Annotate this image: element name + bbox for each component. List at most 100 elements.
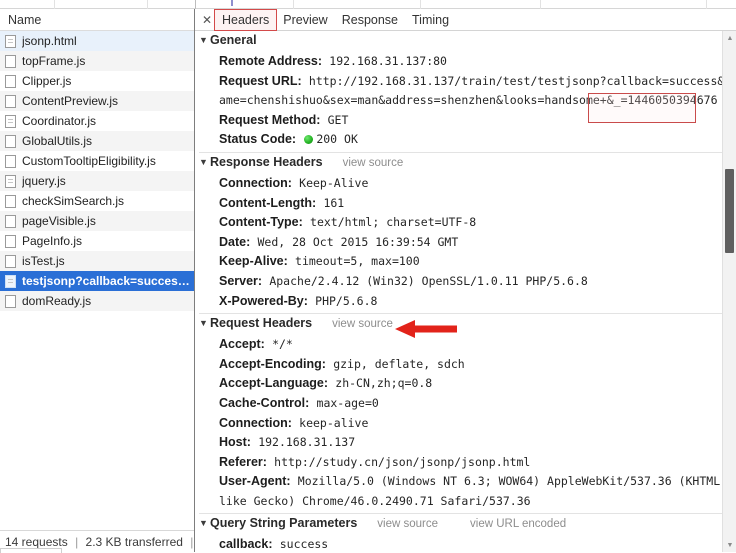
header-row: Request Method: GET xyxy=(199,111,736,131)
header-row: Host: 192.168.31.137 xyxy=(199,433,736,453)
header-row: Accept-Encoding: gzip, deflate, sdch xyxy=(199,355,736,375)
header-row: Date: Wed, 28 Oct 2015 16:39:54 GMT xyxy=(199,233,736,253)
header-row: Status Code: 200 OK xyxy=(199,130,736,150)
header-value: Apache/2.4.12 (Win32) OpenSSL/1.0.11 PHP… xyxy=(269,273,588,288)
list-item[interactable]: checkSimSearch.js xyxy=(0,191,194,211)
section-header[interactable]: ▼ General xyxy=(199,31,736,52)
chevron-down-icon[interactable]: ▼ xyxy=(199,157,210,167)
headers-content[interactable]: ▼ General Remote Address: 192.168.31.137:8… xyxy=(195,31,736,552)
chevron-down-icon[interactable]: ▼ xyxy=(199,518,210,528)
tab-headers[interactable]: Headers xyxy=(213,9,278,31)
view-source-link[interactable]: view source xyxy=(332,318,393,330)
list-item[interactable]: ContentPreview.js xyxy=(0,91,194,111)
document-icon xyxy=(5,114,16,128)
strip-tick xyxy=(540,0,541,9)
tab-timing[interactable]: Timing xyxy=(405,10,456,30)
list-item[interactable]: testjsonp?callback=success&n... xyxy=(0,271,194,291)
header-value: 192.168.31.137:80 xyxy=(329,54,447,68)
view-source-link[interactable]: view source xyxy=(343,157,404,169)
header-name: Date: xyxy=(219,234,251,249)
document-icon xyxy=(5,194,16,208)
document-icon xyxy=(5,294,16,308)
chevron-down-icon[interactable]: ▼ xyxy=(199,318,210,328)
section-title: General xyxy=(210,33,257,47)
list-item[interactable]: jsonp.html xyxy=(0,31,194,51)
list-item-label: testjsonp?callback=success&n... xyxy=(22,274,194,288)
list-item-label: Clipper.js xyxy=(22,74,72,88)
header-row: Cache-Control: max-age=0 xyxy=(199,394,736,414)
document-icon xyxy=(5,214,16,228)
headers-section: ▼ General Remote Address: 192.168.31.137:8… xyxy=(199,31,736,150)
header-row: User-Agent: Mozilla/5.0 (Windows NT 6.3;… xyxy=(199,472,736,511)
document-icon xyxy=(5,34,16,48)
list-item[interactable]: GlobalUtils.js xyxy=(0,131,194,151)
header-row: Accept-Language: zh-CN,zh;q=0.8 xyxy=(199,374,736,394)
column-header-name[interactable]: Name xyxy=(0,9,194,31)
scroll-up-icon[interactable]: ▲ xyxy=(723,31,736,45)
section-title: Query String Parameters xyxy=(210,516,358,531)
header-name: Cache-Control: xyxy=(219,395,310,410)
requests-list[interactable]: jsonp.html topFrame.js Clipper.js ContentPr… xyxy=(0,31,194,530)
header-name: Accept-Language: xyxy=(219,376,329,391)
header-name: Content-Type: xyxy=(219,215,303,230)
tab-preview[interactable]: Preview xyxy=(276,10,334,30)
list-item[interactable]: CustomTooltipEligibility.js xyxy=(0,151,194,171)
sections-host: ▼ General Remote Address: 192.168.31.137:8… xyxy=(199,31,736,552)
list-item[interactable]: domReady.js xyxy=(0,291,194,311)
header-row: Connection: keep-alive xyxy=(199,414,736,434)
header-value: GET xyxy=(327,112,349,127)
header-value: keep-alive xyxy=(299,415,369,430)
vertical-scrollbar[interactable]: ▲ ▼ xyxy=(722,31,736,552)
tabs-host: Headers Preview Response Timing xyxy=(213,9,456,31)
section-header[interactable]: ▼ Request Headers view source xyxy=(199,314,736,335)
list-item[interactable]: pageVisible.js xyxy=(0,211,194,231)
header-value: 192.168.31.137 xyxy=(258,435,356,450)
document-icon xyxy=(5,174,16,188)
header-name: Connection: xyxy=(219,175,292,190)
header-row: Accept: */* xyxy=(199,335,736,355)
scroll-down-icon[interactable]: ▼ xyxy=(723,538,736,552)
header-value: timeout=5, max=100 xyxy=(295,254,420,269)
strip-tick xyxy=(54,0,55,9)
header-value: Keep-Alive xyxy=(299,175,369,190)
section-title: Response Headers xyxy=(210,154,323,169)
devtools-toolbar-strip xyxy=(0,0,736,9)
scrollbar-thumb[interactable] xyxy=(725,169,734,253)
list-item[interactable]: PageInfo.js xyxy=(0,231,194,251)
header-name: Request Method: xyxy=(219,112,321,127)
header-name: Accept: xyxy=(219,337,265,352)
header-value: */* xyxy=(272,337,293,352)
strip-tick xyxy=(420,0,421,9)
list-item[interactable]: topFrame.js xyxy=(0,51,194,71)
list-item[interactable]: jquery.js xyxy=(0,171,194,191)
close-icon[interactable]: ✕ xyxy=(199,10,215,30)
list-item[interactable]: Clipper.js xyxy=(0,71,194,91)
header-row: Keep-Alive: timeout=5, max=100 xyxy=(199,252,736,272)
header-row: Content-Type: text/html; charset=UTF-8 xyxy=(199,213,736,233)
strip-accent-mark xyxy=(231,0,233,6)
header-row: Referer: http://study.cn/json/jsonp/json… xyxy=(199,453,736,473)
tab-response[interactable]: Response xyxy=(335,10,405,30)
view-url-encoded-link[interactable]: view URL encoded xyxy=(470,518,566,530)
document-icon xyxy=(5,74,16,88)
strip-tick xyxy=(293,0,294,9)
request-detail-panel: ✕ Headers Preview Response Timing ▼ General R… xyxy=(195,9,736,552)
view-source-link[interactable]: view source xyxy=(377,518,438,530)
header-value: PHP/5.6.8 xyxy=(315,293,378,308)
header-name: Accept-Encoding: xyxy=(219,356,326,371)
header-name: Server: xyxy=(219,273,263,288)
list-item[interactable]: isTest.js xyxy=(0,251,194,271)
panel-resize-corner[interactable] xyxy=(0,548,62,553)
section-header[interactable]: ▼ Query String Parameters view source view … xyxy=(199,514,736,535)
section-header[interactable]: ▼ Response Headers view source xyxy=(199,153,736,174)
document-icon xyxy=(5,254,16,268)
header-name: Content-Length: xyxy=(219,195,317,210)
list-item[interactable]: Coordinator.js xyxy=(0,111,194,131)
list-item-label: isTest.js xyxy=(22,254,65,268)
document-icon xyxy=(5,54,16,68)
chevron-down-icon[interactable]: ▼ xyxy=(199,35,210,45)
header-value: zh-CN,zh;q=0.8 xyxy=(335,376,433,391)
requests-list-panel: Name jsonp.html topFrame.js Clipper.js Cont… xyxy=(0,9,211,553)
header-value: 161 xyxy=(323,195,345,210)
header-name: Keep-Alive: xyxy=(219,254,288,269)
